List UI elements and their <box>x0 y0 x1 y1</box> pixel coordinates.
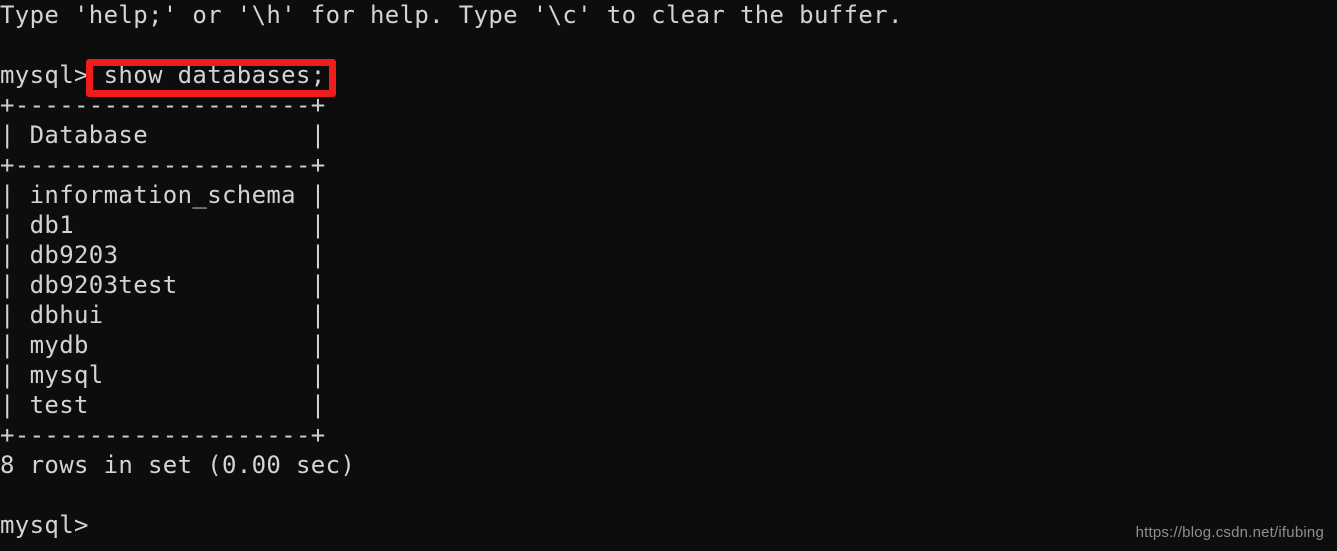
result-status-line: 8 rows in set (0.00 sec) <box>0 451 356 479</box>
table-row: | information_schema | <box>0 181 326 209</box>
table-row: | dbhui | <box>0 301 326 329</box>
table-row: | mydb | <box>0 331 326 359</box>
table-header-row: | Database | <box>0 121 326 149</box>
table-row: | db9203test | <box>0 271 326 299</box>
table-bottom-border: +--------------------+ <box>0 421 326 449</box>
terminal-screen: Type 'help;' or '\h' for help. Type '\c'… <box>0 0 1337 551</box>
table-row: | db9203 | <box>0 241 326 269</box>
help-line: Type 'help;' or '\h' for help. Type '\c'… <box>0 1 903 29</box>
table-header-separator: +--------------------+ <box>0 151 326 179</box>
table-row: | db1 | <box>0 211 326 239</box>
command-prompt-line[interactable]: mysql> show databases; <box>0 60 1337 90</box>
table-top-border: +--------------------+ <box>0 91 326 119</box>
table-row: | test | <box>0 391 326 419</box>
watermark-url: https://blog.csdn.net/ifubing <box>1135 524 1324 541</box>
table-row: | mysql | <box>0 361 326 389</box>
terminal-output[interactable]: Type 'help;' or '\h' for help. Type '\c'… <box>0 0 1337 540</box>
